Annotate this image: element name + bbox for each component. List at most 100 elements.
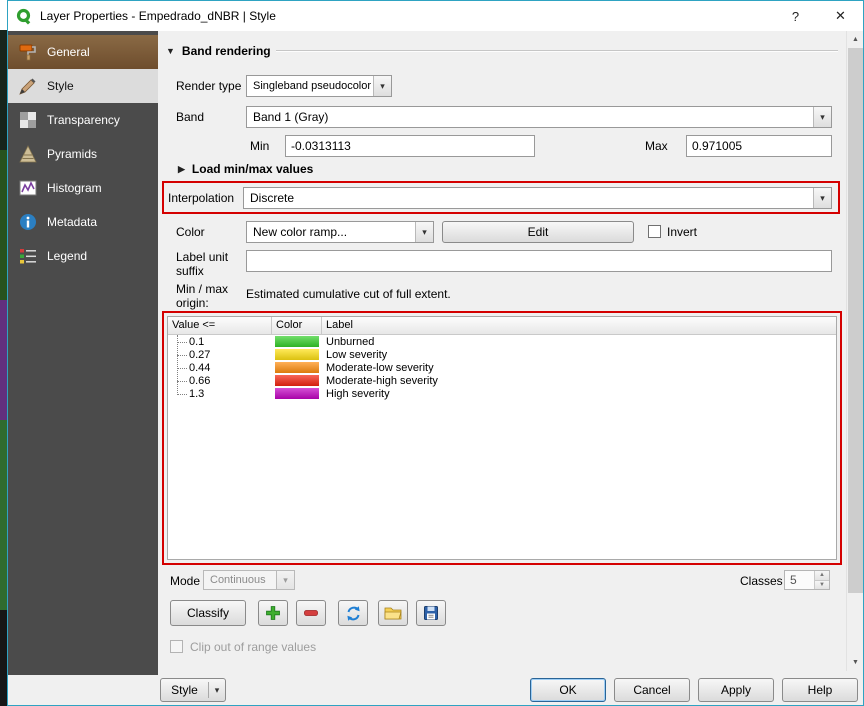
scrollbar-thumb[interactable]: [848, 48, 863, 593]
row-label[interactable]: Unburned: [322, 336, 836, 348]
classify-button[interactable]: Classify: [170, 600, 246, 626]
row-color-cell[interactable]: [272, 375, 322, 386]
vertical-scrollbar[interactable]: ▲ ▼: [846, 31, 863, 671]
row-label[interactable]: Moderate-low severity: [322, 362, 836, 374]
apply-button[interactable]: Apply: [698, 678, 774, 702]
edit-button[interactable]: Edit: [442, 221, 634, 243]
row-label[interactable]: Moderate-high severity: [322, 375, 836, 387]
row-color-cell[interactable]: [272, 388, 322, 399]
color-ramp-value: New color ramp...: [253, 225, 347, 239]
style-menu-label: Style: [161, 683, 208, 697]
sidebar-item-transparency[interactable]: Transparency: [8, 103, 158, 137]
column-header-label: Label: [322, 317, 836, 334]
metadata-icon: [18, 212, 38, 232]
color-label: Color: [176, 225, 205, 239]
chevron-down-icon[interactable]: ▾: [415, 222, 433, 242]
table-row[interactable]: 0.1 Unburned: [168, 335, 836, 348]
row-color-cell[interactable]: [272, 336, 322, 347]
sidebar-item-metadata[interactable]: Metadata: [8, 205, 158, 239]
chevron-down-icon: ▾: [209, 685, 225, 696]
table-row[interactable]: 1.3 High severity: [168, 387, 836, 400]
color-map-table[interactable]: Value <= Color Label 0.1 Unburned 0.27: [167, 316, 837, 560]
label-unit-suffix-label: Label unit suffix: [176, 250, 238, 278]
row-value[interactable]: 1.3: [168, 388, 272, 400]
sidebar-item-label: Style: [47, 79, 74, 93]
load-minmax-section-header[interactable]: ▶ Load min/max values: [178, 162, 313, 176]
sidebar-item-general[interactable]: General: [8, 35, 158, 69]
band-value: Band 1 (Gray): [253, 110, 328, 124]
screen: Layer Properties - Empedrado_dNBR | Styl…: [0, 0, 864, 706]
column-header-value: Value <=: [168, 317, 272, 334]
legend-icon: [18, 246, 38, 266]
mode-combo[interactable]: Continuous ▾: [203, 570, 295, 590]
dialog-main: General Style Transparency: [8, 31, 863, 675]
table-row[interactable]: 0.27 Low severity: [168, 348, 836, 361]
invert-label: Invert: [667, 225, 697, 239]
refresh-button[interactable]: [338, 600, 368, 626]
color-ramp-combo[interactable]: New color ramp... ▾: [246, 221, 434, 243]
collapse-open-icon: ▼: [166, 46, 175, 56]
chevron-down-icon[interactable]: ▾: [373, 76, 391, 96]
row-value[interactable]: 0.1: [168, 336, 272, 348]
qgis-logo-icon: [16, 8, 33, 25]
invert-checkbox[interactable]: [648, 225, 661, 238]
row-label[interactable]: Low severity: [322, 349, 836, 361]
help-titlebar-button[interactable]: ?: [773, 1, 818, 31]
classes-value: 5: [785, 571, 814, 589]
sidebar-item-histogram[interactable]: Histogram: [8, 171, 158, 205]
scroll-up-icon[interactable]: ▲: [847, 31, 863, 48]
scroll-down-icon[interactable]: ▼: [847, 654, 863, 671]
row-value[interactable]: 0.66: [168, 375, 272, 387]
general-icon: [18, 42, 38, 62]
color-swatch[interactable]: [275, 375, 319, 386]
render-type-label: Render type: [176, 79, 241, 93]
pyramids-icon: [18, 144, 38, 164]
band-combo[interactable]: Band 1 (Gray) ▾: [246, 106, 832, 128]
color-swatch[interactable]: [275, 349, 319, 360]
row-color-cell[interactable]: [272, 362, 322, 373]
row-color-cell[interactable]: [272, 349, 322, 360]
color-swatch[interactable]: [275, 362, 319, 373]
dialog-footer: Style ▾ OK Cancel Apply Help: [8, 675, 863, 705]
min-input[interactable]: [285, 135, 535, 157]
max-input[interactable]: [686, 135, 832, 157]
table-row[interactable]: 0.66 Moderate-high severity: [168, 374, 836, 387]
chevron-down-icon[interactable]: ▾: [813, 107, 831, 127]
spin-down-icon[interactable]: ▼: [815, 581, 829, 590]
sidebar-item-label: Pyramids: [47, 147, 97, 161]
label-unit-suffix-input[interactable]: [246, 250, 832, 272]
style-menu-button[interactable]: Style ▾: [160, 678, 226, 702]
sidebar-item-style[interactable]: Style: [8, 69, 158, 103]
color-swatch[interactable]: [275, 336, 319, 347]
table-row[interactable]: 0.44 Moderate-low severity: [168, 361, 836, 374]
spin-up-icon[interactable]: ▲: [815, 571, 829, 581]
close-button[interactable]: ✕: [818, 1, 863, 31]
band-rendering-section-header[interactable]: ▼ Band rendering: [166, 44, 271, 58]
save-color-map-button[interactable]: [416, 600, 446, 626]
interpolation-combo[interactable]: Discrete ▾: [243, 187, 832, 209]
section-divider: [276, 50, 838, 52]
render-type-value: Singleband pseudocolor: [253, 80, 371, 92]
load-color-map-button[interactable]: [378, 600, 408, 626]
layer-properties-dialog: Layer Properties - Empedrado_dNBR | Styl…: [7, 0, 864, 706]
titlebar[interactable]: Layer Properties - Empedrado_dNBR | Styl…: [8, 1, 863, 31]
chevron-down-icon[interactable]: ▾: [276, 571, 294, 589]
classes-spinner[interactable]: 5 ▲ ▼: [784, 570, 830, 590]
add-entry-button[interactable]: [258, 600, 288, 626]
style-icon: [18, 76, 38, 96]
row-value[interactable]: 0.44: [168, 362, 272, 374]
sidebar-item-pyramids[interactable]: Pyramids: [8, 137, 158, 171]
ok-button[interactable]: OK: [530, 678, 606, 702]
sidebar-item-legend[interactable]: Legend: [8, 239, 158, 273]
row-value[interactable]: 0.27: [168, 349, 272, 361]
interpolation-value: Discrete: [250, 191, 294, 205]
row-label[interactable]: High severity: [322, 388, 836, 400]
render-type-combo[interactable]: Singleband pseudocolor ▾: [246, 75, 392, 97]
clip-out-of-range-checkbox[interactable]: [170, 640, 183, 653]
chevron-down-icon[interactable]: ▾: [813, 188, 831, 208]
color-swatch[interactable]: [275, 388, 319, 399]
remove-entry-button[interactable]: [296, 600, 326, 626]
min-label: Min: [250, 139, 269, 153]
cancel-button[interactable]: Cancel: [614, 678, 690, 702]
help-button[interactable]: Help: [782, 678, 858, 702]
